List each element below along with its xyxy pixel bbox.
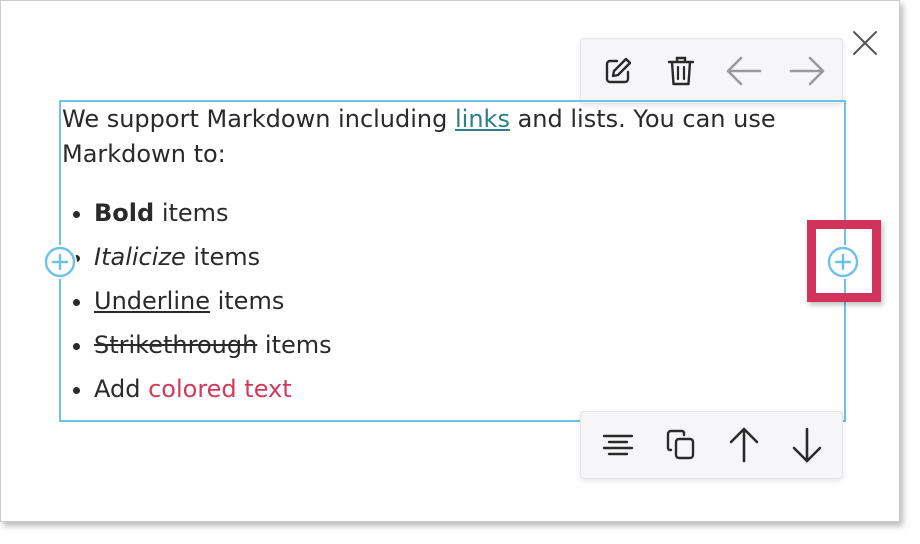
- underlined-text: Underline: [94, 287, 210, 315]
- markdown-content: We support Markdown including links and …: [62, 102, 822, 411]
- move-down-button[interactable]: [786, 424, 828, 466]
- list-item-text: items: [209, 287, 285, 315]
- highlight-annotation: [807, 220, 881, 302]
- links-link[interactable]: links: [455, 105, 510, 133]
- plus-circle-icon: [44, 246, 76, 278]
- markdown-list: Bold items Italicize items Underline ite…: [62, 191, 822, 411]
- move-left-button[interactable]: [723, 50, 765, 92]
- list-item-text: Add: [94, 375, 149, 403]
- italic-text: Italicize: [94, 243, 186, 271]
- add-block-left-button[interactable]: [43, 245, 77, 279]
- block-toolbar-top: [580, 38, 843, 104]
- copy-icon: [666, 429, 695, 460]
- block-toolbar-bottom: [580, 411, 843, 479]
- arrow-down-icon: [792, 427, 822, 463]
- duplicate-button[interactable]: [660, 424, 702, 466]
- trash-icon: [667, 56, 695, 86]
- list-item: Strikethrough items: [94, 323, 822, 367]
- move-up-button[interactable]: [723, 424, 765, 466]
- list-item: Italicize items: [94, 235, 822, 279]
- delete-button[interactable]: [660, 50, 702, 92]
- close-button[interactable]: [848, 26, 882, 60]
- intro-text: We support Markdown including: [62, 105, 455, 133]
- colored-text: colored text: [148, 375, 292, 403]
- move-right-button[interactable]: [786, 50, 828, 92]
- close-icon: [853, 31, 877, 55]
- list-item: Add colored text: [94, 367, 822, 411]
- align-center-icon: [602, 434, 634, 456]
- list-item-text: items: [257, 331, 332, 359]
- list-item: Underline items: [94, 279, 822, 323]
- list-item-text: items: [154, 199, 229, 227]
- intro-paragraph: We support Markdown including links and …: [62, 102, 822, 172]
- arrow-up-icon: [729, 427, 759, 463]
- list-item-text: items: [185, 243, 261, 271]
- arrow-right-icon: [789, 56, 825, 86]
- align-button[interactable]: [597, 424, 639, 466]
- strikethrough-text: Strikethrough: [94, 331, 258, 359]
- edit-button[interactable]: [597, 50, 639, 92]
- edit-icon: [605, 57, 632, 84]
- arrow-left-icon: [726, 56, 762, 86]
- list-item: Bold items: [94, 191, 822, 235]
- bold-text: Bold: [94, 199, 155, 227]
